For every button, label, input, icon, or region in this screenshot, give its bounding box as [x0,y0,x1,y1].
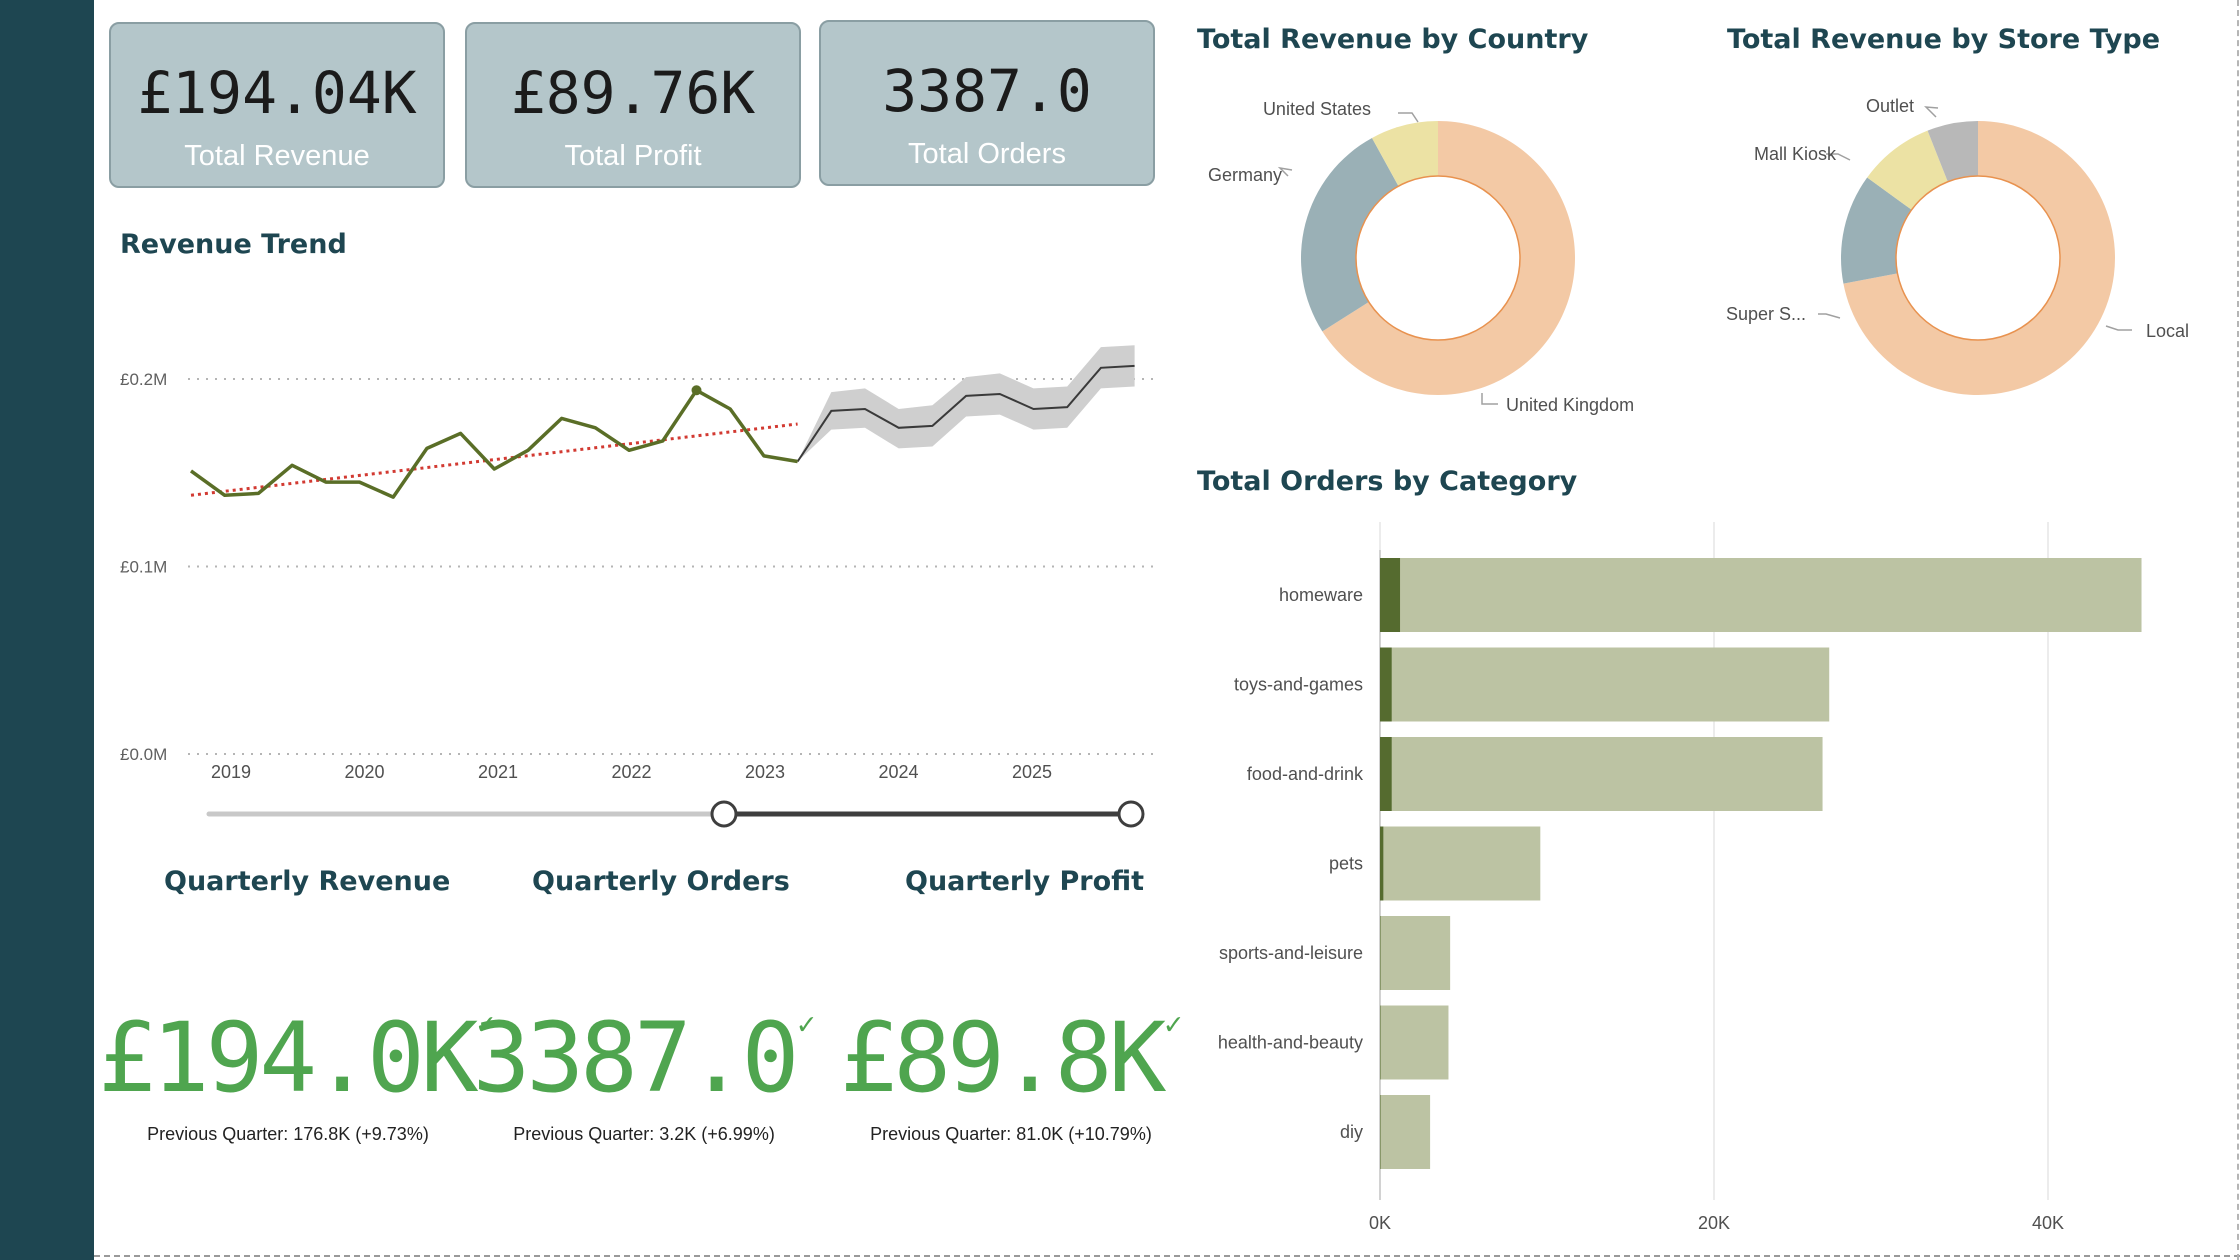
revenue-by-country-chart[interactable]: United Kingdom Germany United States [1180,90,1660,430]
category-bar [1380,1095,1431,1169]
quarterly-orders-previous: Previous Quarter: 3.2K (+6.99%) [513,1124,775,1144]
leader-line [2105,325,2132,331]
category-label: diy [1340,1122,1363,1142]
bottom-divider [94,1255,2240,1257]
category-label: pets [1329,854,1363,874]
total-profit-card[interactable]: £89.76K Total Profit [465,22,801,188]
quarterly-orders-value: 3387.0 [472,1002,800,1114]
revenue-line [189,388,798,499]
donut-inner-ring [1355,175,1521,341]
category-bar-highlight [1380,1005,1381,1080]
total-revenue-card[interactable]: £194.04K Total Revenue [109,22,445,188]
quarterly-profit-title: Quarterly Profit [905,866,1145,897]
total-profit-value: £89.76K [510,59,756,127]
forecast-band [797,345,1135,462]
quarterly-revenue-kpi: £194.0K✓ Previous Quarter: 176.8K (+9.73… [98,1010,495,1145]
sidebar [0,0,94,1260]
leader-line [1924,106,1939,118]
x-tick-label: 0K [1369,1213,1391,1233]
total-revenue-value: £194.04K [137,59,417,127]
trend-line [190,422,798,497]
quarterly-orders-title: Quarterly Orders [532,866,790,897]
x-tick-label: 20K [1698,1213,1730,1233]
y-tick-label: £0.0M [120,745,167,764]
y-tick-label: £0.2M [120,370,167,389]
category-bar [1380,916,1451,990]
check-icon: ✓ [797,1007,816,1042]
quarterly-revenue-title: Quarterly Revenue [164,866,451,897]
quarterly-revenue-previous: Previous Quarter: 176.8K (+9.73%) [147,1124,429,1144]
revenue-by-country-title: Total Revenue by Country [1197,24,1589,55]
category-bar [1380,647,1830,722]
slice-label: Local [2146,321,2189,341]
total-orders-card[interactable]: 3387.0 Total Orders [819,20,1155,186]
x-tick-label: 2020 [344,762,384,782]
x-tick-label: 2022 [611,762,651,782]
x-tick-label: 2024 [878,762,918,782]
category-bar-highlight [1380,558,1401,632]
category-label: sports-and-leisure [1219,943,1363,963]
category-bar-highlight [1380,826,1384,901]
category-label: homeware [1279,585,1363,605]
slice-label: Mall Kiosk [1754,144,1837,164]
total-orders-label: Total Orders [908,138,1066,170]
slider-handle[interactable] [710,800,738,828]
quarterly-profit-value: £89.8K [839,1002,1167,1114]
category-bar-highlight [1380,737,1392,811]
category-bar-highlight [1380,1095,1381,1169]
donut-inner-ring [1895,175,2061,341]
x-tick-label: 2023 [745,762,785,782]
category-bar-highlight [1380,916,1381,990]
total-profit-label: Total Profit [564,140,702,172]
revenue-by-store-type-chart[interactable]: Local Super S... Mall Kiosk Outlet [1700,90,2240,430]
revenue-trend-chart[interactable]: £0.0M £0.1M £0.2M 2019 2020 2021 2022 2023 2024 2… [94,300,1174,840]
check-icon: ✓ [1164,1007,1183,1042]
x-tick-label: 2025 [1012,762,1052,782]
category-bar [1380,558,2142,632]
revenue-by-store-type-title: Total Revenue by Store Type [1727,24,2161,55]
orders-by-category-title: Total Orders by Category [1197,466,1578,497]
quarterly-profit-previous: Previous Quarter: 81.0K (+10.79%) [870,1124,1152,1144]
category-label: health-and-beauty [1218,1033,1363,1053]
x-tick-label: 40K [2032,1213,2064,1233]
leader-line [1398,112,1419,123]
x-tick-label: 2019 [211,762,251,782]
total-orders-value: 3387.0 [882,57,1092,125]
quarterly-profit-kpi: £89.8K✓ Previous Quarter: 81.0K (+10.79%… [821,1010,1201,1145]
total-revenue-label: Total Revenue [184,140,370,172]
revenue-point [691,385,702,396]
category-bar [1380,826,1541,901]
slice-label: United Kingdom [1506,395,1634,415]
quarterly-revenue-value: £194.0K [98,1002,479,1114]
category-label: toys-and-games [1234,675,1363,695]
x-tick-label: 2021 [478,762,518,782]
donut-slice [1301,137,1399,332]
category-bar-highlight [1380,647,1392,722]
leader-line [1818,313,1841,319]
quarterly-orders-kpi: 3387.0✓ Previous Quarter: 3.2K (+6.99%) [454,1010,834,1145]
category-bar [1380,1005,1449,1080]
category-bar [1380,737,1823,811]
orders-by-category-chart[interactable]: 0K 20K 40K homeware toys-and-games food-and-d… [1180,510,2240,1250]
slice-label: Germany [1208,165,1282,185]
y-tick-label: £0.1M [120,558,167,577]
slice-label: Super S... [1726,304,1806,324]
slice-label: Outlet [1866,96,1914,116]
slice-label: United States [1263,99,1371,119]
revenue-trend-title: Revenue Trend [120,229,347,260]
slider-handle[interactable] [1117,800,1145,828]
category-label: food-and-drink [1247,764,1364,784]
leader-line [1481,393,1498,405]
